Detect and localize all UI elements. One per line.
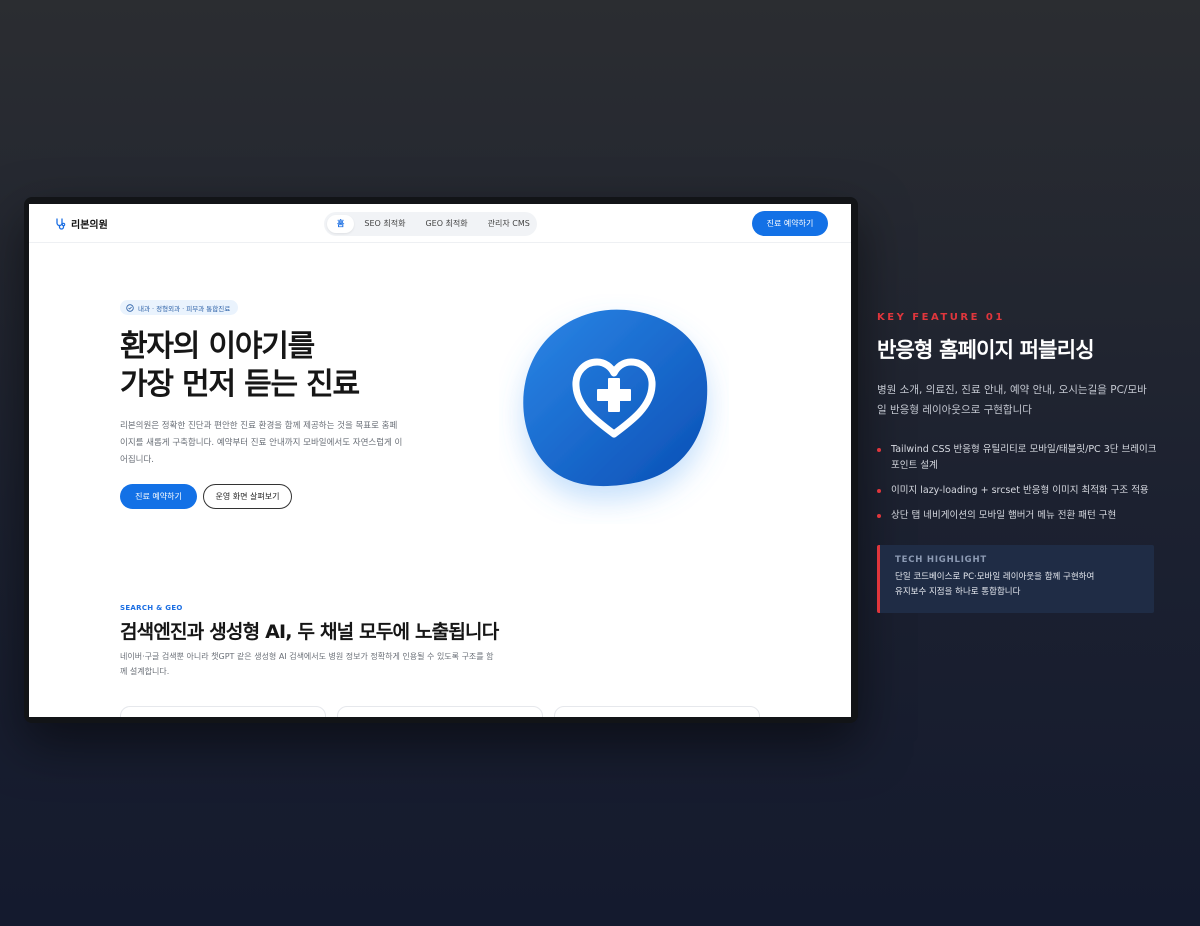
feature-bullet: Tailwind CSS 반응형 유틸리티로 모바일/태블릿/PC 3단 브레이… (877, 442, 1157, 474)
feature-description: 병원 소개, 의료진, 진료 안내, 예약 안내, 오시는길을 PC/모바일 반… (877, 384, 1147, 416)
hero-title: 환자의 이야기를 가장 먼저 듣는 진료 (120, 328, 440, 404)
site-logo[interactable]: 리본의원 (55, 216, 108, 231)
hero-graphic (499, 294, 729, 524)
feature-card (337, 706, 543, 717)
tab-admin-cms[interactable]: 관리자 CMS (478, 215, 540, 233)
feature-title: 반응형 홈페이지 퍼블리싱 (877, 338, 1095, 362)
badge-text: 내과 · 정형외과 · 피부과 통합진료 (138, 304, 231, 313)
nav-book-button[interactable]: 진료 예약하기 (752, 211, 828, 236)
section-description: 네이버·구글 검색뿐 아니라 챗GPT 같은 생성형 AI 검색에서도 병원 정… (120, 652, 494, 676)
feature-card (120, 706, 326, 717)
book-appointment-button[interactable]: 진료 예약하기 (120, 484, 197, 509)
stethoscope-icon (56, 217, 66, 230)
feature-bullet: 상단 탭 네비게이션의 모바일 햄버거 메뉴 전환 패턴 구현 (877, 508, 1157, 524)
section-eyebrow: SEARCH & GEO (120, 604, 183, 612)
feature-card (554, 706, 760, 717)
section-title: 검색엔진과 생성형 AI, 두 채널 모두에 노출됩니다 (120, 621, 499, 643)
check-circle-icon (126, 303, 134, 312)
highlight-label: TECH HIGHLIGHT (895, 555, 987, 565)
highlight-line1: 단일 코드베이스로 PC·모바일 레이아웃을 함께 구현하여 (895, 572, 1095, 582)
site-header: 리본의원 홈 SEO 최적화 GEO 최적화 관리자 CMS 진료 예약하기 (29, 204, 851, 243)
view-operations-button[interactable]: 운영 화면 살펴보기 (203, 484, 292, 509)
heart-medical-cross-icon (523, 309, 708, 487)
highlight-line2: 유지보수 지점을 하나로 통합합니다 (895, 587, 1021, 597)
tab-home[interactable]: 홈 (327, 215, 355, 233)
specialty-badge: 내과 · 정형외과 · 피부과 통합진료 (120, 300, 239, 315)
nav-tabs: 홈 SEO 최적화 GEO 최적화 관리자 CMS (324, 212, 537, 236)
tab-seo[interactable]: SEO 최적화 (354, 215, 415, 233)
hero-description: 리본의원은 정확한 진단과 편안한 진료 환경을 함께 제공하는 것을 목표로 … (120, 421, 403, 465)
logo-text: 리본의원 (71, 220, 108, 231)
highlight-body: 단일 코드베이스로 PC·모바일 레이아웃을 함께 구현하여 유지보수 지점을 … (895, 570, 1154, 600)
feature-bullets: Tailwind CSS 반응형 유틸리티로 모바일/태블릿/PC 3단 브레이… (877, 442, 1157, 533)
laptop-frame: 리본의원 홈 SEO 최적화 GEO 최적화 관리자 CMS 진료 예약하기 내… (24, 197, 858, 723)
tech-highlight-box: TECH HIGHLIGHT 단일 코드베이스로 PC·모바일 레이아웃을 함께… (877, 545, 1154, 613)
feature-bullet: 이미지 lazy-loading + srcset 반응형 이미지 최적화 구조… (877, 483, 1157, 499)
website-preview: 리본의원 홈 SEO 최적화 GEO 최적화 관리자 CMS 진료 예약하기 내… (29, 204, 851, 717)
hero-title-line1: 환자의 이야기를 (120, 329, 315, 364)
hero-title-line2: 가장 먼저 듣는 진료 (120, 367, 360, 402)
feature-label: KEY FEATURE 01 (877, 312, 1005, 323)
tab-geo[interactable]: GEO 최적화 (415, 215, 477, 233)
